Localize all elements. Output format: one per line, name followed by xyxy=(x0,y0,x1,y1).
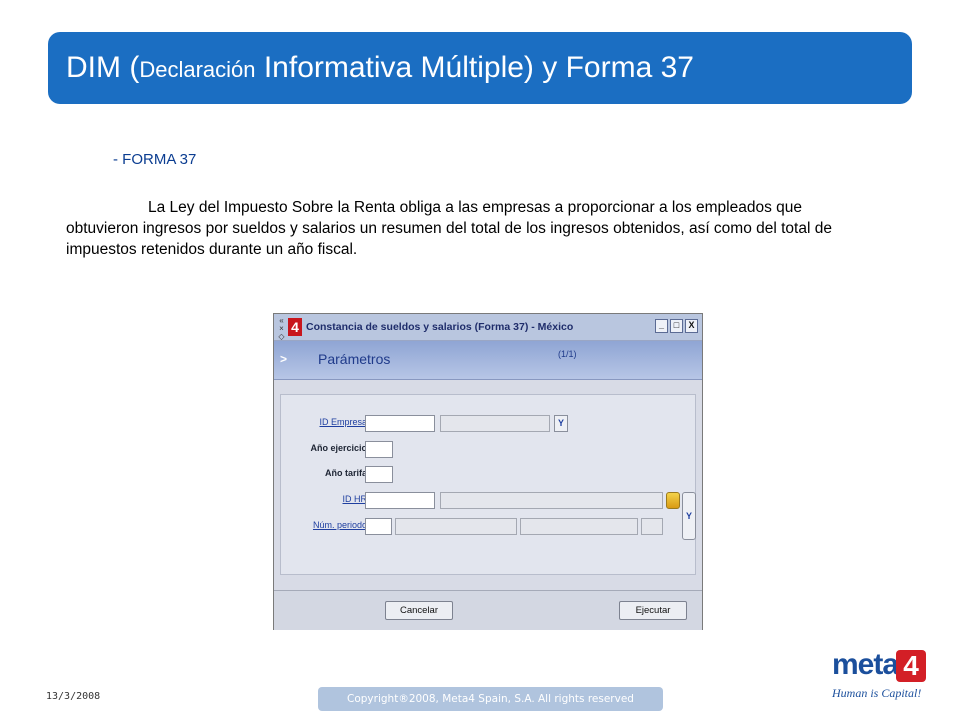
parameters-title: Parámetros xyxy=(318,351,391,367)
num-periodo-lookup-button[interactable]: Y xyxy=(682,492,696,540)
pin-icon[interactable]: ◇ xyxy=(277,333,286,341)
app-window: « × ◇ 4 Constancia de sueldos y salarios… xyxy=(273,313,703,630)
folder-icon[interactable] xyxy=(666,492,680,509)
window-side-controls: « × ◇ xyxy=(277,317,286,341)
window-title: Constancia de sueldos y salarios (Forma … xyxy=(306,321,574,333)
num-periodo-field-3 xyxy=(520,518,638,535)
id-empresa-lookup-button[interactable]: Y xyxy=(554,415,568,432)
copyright-notice: Copyright®2008, Meta4 Spain, S.A. All ri… xyxy=(318,687,663,711)
window-action-bar: Cancelar Ejecutar xyxy=(274,590,702,630)
num-periodo-input[interactable] xyxy=(365,518,392,535)
num-periodo-field-2 xyxy=(395,518,517,535)
section-heading: - FORMA 37 xyxy=(113,151,197,168)
id-hr-label[interactable]: ID HR xyxy=(281,494,368,504)
num-periodo-label[interactable]: Núm. periodo xyxy=(281,520,367,530)
brand-tagline: Human is Capital! xyxy=(832,686,922,700)
page-indicator: (1/1) xyxy=(558,349,577,359)
parameters-header: > Parámetros (1/1) xyxy=(274,341,702,380)
window-controls: _ □ X xyxy=(655,319,698,333)
chevron-right-icon[interactable]: > xyxy=(280,352,287,366)
brand-name: meta xyxy=(832,648,899,681)
id-empresa-label[interactable]: ID Empresa xyxy=(281,417,367,427)
id-empresa-description xyxy=(440,415,550,432)
slide-title-banner: DIM (Declaración Informativa Múltiple) y… xyxy=(48,32,912,104)
meta4-app-icon: 4 xyxy=(288,318,302,336)
meta4-logo: meta 4 Human is Capital! xyxy=(832,648,932,704)
id-hr-input[interactable] xyxy=(365,492,435,509)
cancel-button[interactable]: Cancelar xyxy=(385,601,453,620)
parameters-form: ID Empresa Y Año ejercicio Año tarifa ID… xyxy=(280,394,696,575)
execute-button[interactable]: Ejecutar xyxy=(619,601,687,620)
maximize-button[interactable]: □ xyxy=(670,319,683,333)
id-empresa-input[interactable] xyxy=(365,415,435,432)
body-paragraph: La Ley del Impuesto Sobre la Renta oblig… xyxy=(66,199,832,258)
window-titlebar: « × ◇ 4 Constancia de sueldos y salarios… xyxy=(274,314,702,341)
brand-four: 4 xyxy=(896,650,926,682)
anio-ejercicio-label: Año ejercicio xyxy=(310,443,367,453)
minimize-button[interactable]: _ xyxy=(655,319,668,333)
num-periodo-field-4 xyxy=(641,518,663,535)
anio-ejercicio-input[interactable] xyxy=(365,441,393,458)
close-button[interactable]: X xyxy=(685,319,698,333)
anio-tarifa-input[interactable] xyxy=(365,466,393,483)
anio-tarifa-label: Año tarifa xyxy=(324,468,367,478)
id-hr-description xyxy=(440,492,663,509)
slide-title: DIM (Declaración Informativa Múltiple) y… xyxy=(66,51,694,84)
slide-date: 13/3/2008 xyxy=(46,691,101,702)
